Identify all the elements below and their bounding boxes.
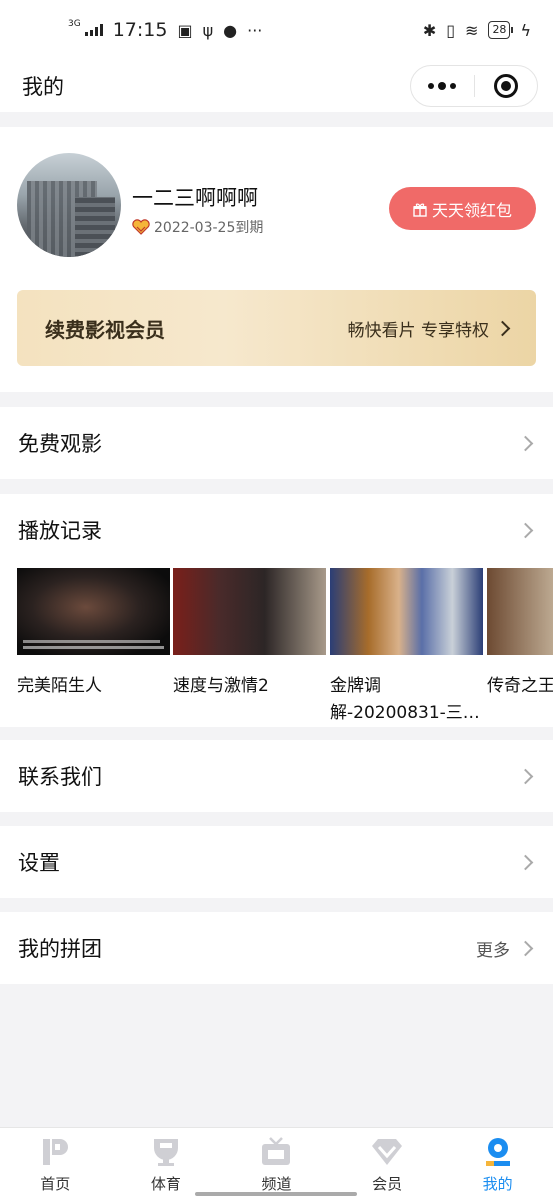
tab-label: 我的: [482, 1175, 513, 1193]
tv-icon: [258, 1135, 294, 1169]
tab-label: 体育: [150, 1175, 181, 1193]
profile-icon: [480, 1135, 516, 1169]
history-item[interactable]: 完美陌生人: [17, 568, 170, 700]
charging-icon: ϟ: [520, 20, 531, 40]
menu-item-settings[interactable]: 设置: [0, 826, 553, 898]
video-title: 金牌调解-20200831-三…: [330, 676, 480, 723]
settings-label: 设置: [18, 851, 60, 875]
home-icon: [37, 1135, 73, 1169]
history-item[interactable]: 速度与激情2: [173, 568, 326, 700]
status-bar: 3G 17:15 ▣ ψ ● ··· ✱ ▯ ≋ 28 ϟ: [0, 0, 553, 60]
video-title: 传奇之王: [487, 676, 553, 696]
red-packet-label: 天天领红包: [431, 200, 512, 220]
close-target-icon: [493, 74, 518, 98]
video-thumbnail: [330, 568, 483, 655]
nav-bar: 我的: [0, 60, 553, 112]
clock: 17:15: [112, 19, 168, 41]
miniprogram-capsule: [410, 65, 538, 107]
diamond-icon: [369, 1135, 405, 1169]
history-item[interactable]: 传奇之王: [487, 568, 553, 700]
page-title: 我的: [22, 75, 64, 99]
nfc-icon: ▣: [177, 20, 193, 40]
history-label: 播放记录: [18, 519, 102, 543]
browser-icon: ●: [223, 20, 238, 40]
group-buy-more[interactable]: 更多: [476, 936, 510, 961]
contact-label: 联系我们: [18, 765, 102, 789]
vip-perk-text: 畅快看片 专享特权: [347, 320, 489, 341]
usb-icon: ψ: [202, 20, 214, 40]
tab-label: 首页: [40, 1175, 71, 1193]
more-notifications-icon: ···: [247, 20, 263, 40]
wifi-icon: ≋: [465, 20, 479, 40]
video-thumbnail: [487, 568, 553, 655]
menu-item-contact[interactable]: 联系我们: [0, 740, 553, 812]
network-type: 3G: [68, 19, 81, 29]
history-item[interactable]: 金牌调解-20200831-三…: [330, 568, 483, 727]
gift-icon: [413, 202, 427, 217]
tab-home[interactable]: 首页: [0, 1128, 111, 1200]
video-thumbnail: [173, 568, 326, 655]
sports-icon: [148, 1135, 184, 1169]
menu-item-free-watch[interactable]: 免费观影: [0, 407, 553, 479]
bottom-tab-bar: 首页 体育 频道 会员 我的: [0, 1127, 553, 1200]
membership-expiry: 2022-03-25到期: [132, 217, 263, 237]
free-watch-label: 免费观影: [18, 432, 102, 456]
tab-mine[interactable]: 我的: [442, 1128, 553, 1200]
menu-item-history[interactable]: 播放记录: [0, 494, 553, 566]
vip-renew-banner[interactable]: 续费影视会员 畅快看片 专享特权: [17, 290, 536, 366]
avatar-photo-detail: [75, 197, 115, 257]
tab-channels[interactable]: 频道: [221, 1128, 332, 1200]
tab-sports[interactable]: 体育: [111, 1128, 222, 1200]
tab-member[interactable]: 会员: [332, 1128, 443, 1200]
vip-perk: 畅快看片 专享特权: [347, 316, 511, 341]
video-thumbnail: [17, 568, 170, 655]
signal-icon: [84, 24, 103, 36]
video-title: 速度与激情2: [173, 676, 269, 696]
home-indicator[interactable]: [195, 1192, 357, 1196]
expiry-text: 2022-03-25到期: [154, 220, 264, 236]
avatar[interactable]: [17, 153, 121, 257]
vibrate-icon: ▯: [446, 20, 456, 40]
more-dots-icon: [428, 82, 457, 90]
chevron-right-icon: [517, 940, 534, 956]
tab-label: 频道: [261, 1175, 292, 1193]
battery-icon: 28: [488, 21, 514, 39]
chevron-right-icon: [517, 768, 534, 784]
video-title: 完美陌生人: [17, 676, 102, 696]
history-list: 完美陌生人 速度与激情2 金牌调解-20200831-三… 传奇之王: [17, 568, 553, 728]
more-menu-button[interactable]: [411, 66, 474, 106]
vip-renew-label: 续费影视会员: [45, 317, 165, 342]
bluetooth-icon: ✱: [422, 20, 437, 40]
tab-label: 会员: [372, 1175, 403, 1193]
chevron-right-icon: [517, 854, 534, 870]
chevron-right-icon: [494, 320, 511, 336]
username: 一二三啊啊啊: [132, 186, 258, 210]
group-buy-label: 我的拼团: [18, 937, 102, 961]
profile-section: 一二三啊啊啊 2022-03-25到期 天天领红包 续费影视会员 畅快看片 专享…: [0, 127, 553, 392]
close-miniprogram-button[interactable]: [475, 66, 538, 106]
play-history-section: 播放记录 完美陌生人 速度与激情2 金牌调解-20200831-三… 传奇之王: [0, 494, 553, 727]
menu-item-group-buy[interactable]: 我的拼团 更多: [0, 912, 553, 984]
red-packet-button[interactable]: 天天领红包: [389, 187, 536, 230]
chevron-right-icon: [517, 435, 534, 451]
chevron-right-icon: [517, 522, 534, 538]
vip-heart-icon: [132, 219, 150, 235]
